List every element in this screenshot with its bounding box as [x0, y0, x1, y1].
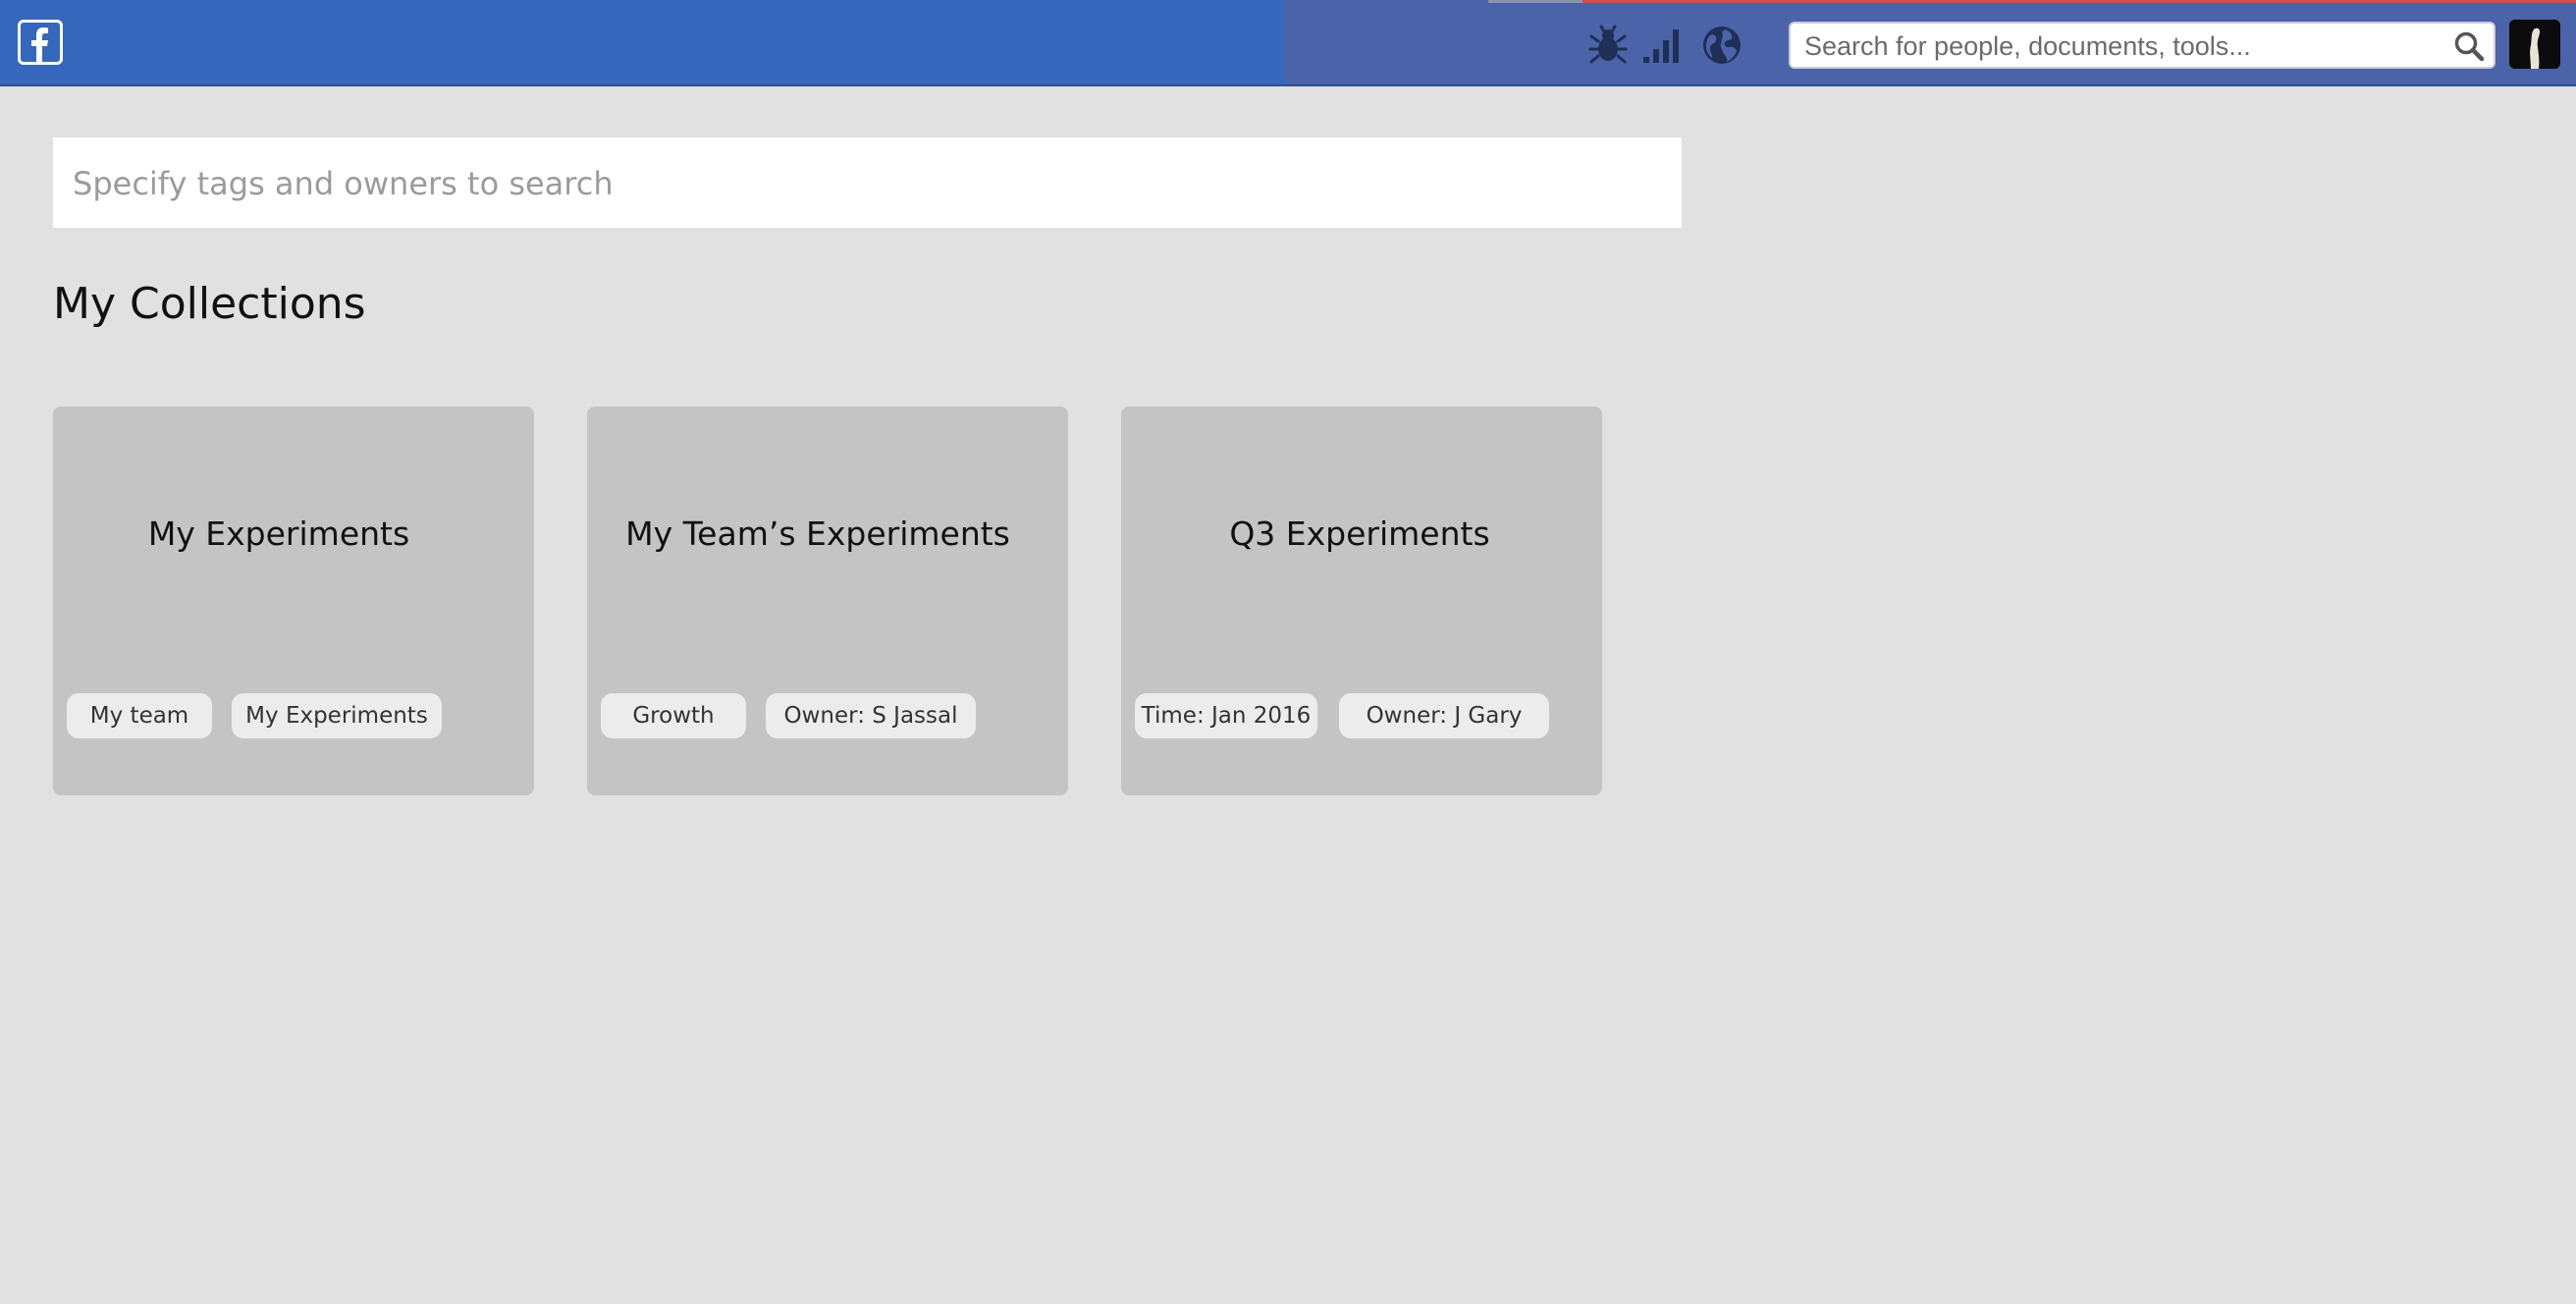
collection-card-title: My Team’s Experiments — [625, 515, 1010, 553]
tag-owner-search-input[interactable] — [71, 137, 1645, 230]
collection-card-title: Q3 Experiments — [1229, 515, 1490, 553]
page-title: My Collections — [53, 279, 366, 329]
search-icon[interactable] — [2452, 29, 2486, 63]
signal-bars-icon[interactable] — [1641, 24, 1685, 67]
collection-card-q3-experiments[interactable]: Q3 Experiments Time: Jan 2016 Owner: J G… — [1121, 407, 1602, 795]
topbar-accent-line — [1488, 0, 1583, 3]
profile-avatar[interactable] — [2509, 20, 2560, 69]
tag-chip[interactable]: Time: Jan 2016 — [1135, 693, 1317, 738]
tag-chip[interactable]: My Experiments — [232, 693, 442, 738]
global-search-box[interactable] — [1789, 22, 2496, 69]
collection-card-my-experiments[interactable]: My Experiments My team My Experiments — [53, 407, 534, 795]
collection-card-title: My Experiments — [147, 515, 410, 553]
tag-owner-search-box[interactable] — [53, 137, 1682, 230]
tag-chip[interactable]: Owner: J Gary — [1339, 693, 1549, 738]
global-search-input[interactable] — [1802, 24, 2435, 69]
globe-icon[interactable] — [1700, 24, 1744, 67]
tag-chip[interactable]: Growth — [601, 693, 746, 738]
collection-card-my-teams-experiments[interactable]: My Team’s Experiments Growth Owner: S Ja… — [587, 407, 1068, 795]
top-navigation-bar — [0, 0, 2576, 86]
tag-chip[interactable]: My team — [67, 693, 212, 738]
bug-icon[interactable] — [1586, 24, 1630, 67]
topbar-accent-line — [1583, 0, 2576, 3]
facebook-logo-icon[interactable] — [18, 20, 63, 65]
tag-chip[interactable]: Owner: S Jassal — [766, 693, 976, 738]
